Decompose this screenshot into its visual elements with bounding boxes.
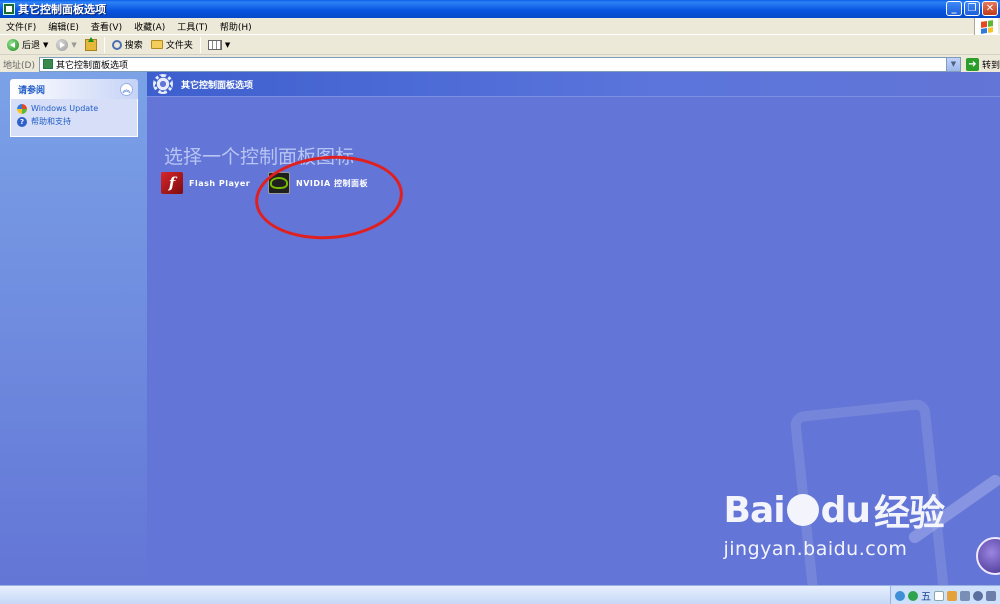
media-disc-icon [976, 537, 1000, 575]
main-pane: 其它控制面板选项 选择一个控制面板图标 f Flash Player NVIDI… [147, 72, 1000, 585]
chevron-down-icon: ▼ [224, 40, 231, 49]
system-tray: 五 [890, 586, 1000, 604]
menu-edit[interactable]: 编辑(E) [42, 20, 85, 33]
menu-view[interactable]: 查看(V) [85, 20, 128, 33]
baidu-watermark: Bai du 经验 jingyan.baidu.com [723, 484, 946, 561]
back-label: 后退 [22, 41, 41, 51]
views-icon [207, 39, 222, 50]
sogou-ime-icon[interactable] [908, 590, 918, 601]
windows-update-icon [17, 103, 27, 114]
menu-help[interactable]: 帮助(H) [214, 20, 258, 33]
link-label: Windows Update [31, 104, 99, 113]
main-header: 其它控制面板选项 [147, 72, 1000, 97]
control-panel-icon [3, 3, 15, 15]
taskbar: 五 [0, 585, 1000, 604]
search-icon [111, 39, 122, 50]
address-bar: 地址(D) 其它控制面板选项 ▼ ➜ 转到 [0, 56, 1000, 72]
baidu-paw-icon [786, 494, 819, 526]
close-button[interactable]: ✕ [982, 1, 998, 16]
moon-icon[interactable] [934, 590, 944, 601]
flash-player-icon: f [161, 172, 183, 194]
back-button[interactable]: 后退 ▼ [3, 36, 52, 54]
go-button[interactable]: ➜ 转到 [965, 57, 1000, 71]
forward-arrow-icon [56, 38, 69, 51]
see-also-title: 请参阅 [18, 85, 46, 96]
folders-label: 文件夹 [165, 41, 193, 51]
cp-item-flash-player[interactable]: f Flash Player [161, 172, 250, 194]
control-panel-icon [42, 59, 53, 69]
maximize-button[interactable]: ❐ [964, 1, 980, 16]
chevron-down-icon: ▼ [71, 40, 77, 49]
cp-item-label: Flash Player [189, 178, 251, 188]
baidu-brand-left: Bai [723, 489, 786, 531]
folders-button[interactable]: 文件夹 [147, 36, 197, 54]
window-controls: _ ❐ ✕ [946, 1, 998, 16]
task-pane: 请参阅 ︽ Windows Update ? 帮助和支持 [0, 72, 147, 585]
folder-icon [150, 40, 163, 49]
address-input[interactable]: 其它控制面板选项 ▼ [38, 56, 961, 72]
baidu-url: jingyan.baidu.com [723, 538, 908, 560]
minimize-button[interactable]: _ [946, 1, 962, 16]
wrench-icon[interactable] [986, 590, 996, 601]
go-arrow-icon: ➜ [965, 57, 979, 71]
toolbar: 后退 ▼ ▼ 搜索 文件夹 ▼ [0, 35, 1000, 55]
link-windows-update[interactable]: Windows Update [17, 102, 131, 115]
back-arrow-icon [7, 38, 19, 51]
toolbar-separator [199, 36, 201, 53]
address-label: 地址(D) [3, 60, 35, 71]
keyboard-icon[interactable] [960, 590, 970, 601]
link-label: 帮助和支持 [31, 117, 71, 126]
menu-file[interactable]: 文件(F) [0, 20, 42, 33]
baidu-brand-mid: du [820, 489, 871, 531]
views-button[interactable]: ▼ [204, 36, 234, 54]
see-also-body: Windows Update ? 帮助和支持 [10, 99, 138, 137]
forward-button[interactable]: ▼ [52, 36, 80, 54]
baidu-brand-cn: 经验 [873, 493, 945, 534]
help-icon: ? [17, 116, 27, 127]
menu-favorites[interactable]: 收藏(A) [128, 20, 171, 33]
link-help-support[interactable]: ? 帮助和支持 [17, 115, 131, 128]
toolbar-separator [103, 36, 105, 53]
main-header-title: 其它控制面板选项 [181, 80, 254, 91]
window-title: 其它控制面板选项 [18, 3, 106, 16]
network-icon[interactable] [895, 590, 905, 601]
go-label: 转到 [981, 60, 1000, 71]
user-icon[interactable] [973, 590, 983, 601]
ime-mode-label[interactable]: 五 [921, 588, 931, 603]
see-also-panel: 请参阅 ︽ Windows Update ? 帮助和支持 [10, 79, 138, 137]
title-bar[interactable]: 其它控制面板选项 _ ❐ ✕ [0, 0, 1000, 18]
search-button[interactable]: 搜索 [108, 36, 147, 54]
see-also-header[interactable]: 请参阅 ︽ [10, 79, 138, 99]
menu-tools[interactable]: 工具(T) [171, 20, 214, 33]
windows-logo-icon [974, 18, 998, 35]
address-value: 其它控制面板选项 [55, 60, 128, 71]
up-button[interactable] [81, 36, 101, 54]
search-label: 搜索 [124, 41, 143, 51]
baidu-logo: Bai du 经验 [723, 484, 946, 536]
menu-bar: 文件(F) 编辑(E) 查看(V) 收藏(A) 工具(T) 帮助(H) [0, 18, 1000, 35]
chevron-down-icon: ▼ [43, 40, 49, 49]
punctuation-icon[interactable] [947, 590, 957, 601]
gear-icon [153, 74, 173, 94]
collapse-chevron-icon[interactable]: ︽ [120, 82, 133, 96]
address-dropdown-button[interactable]: ▼ [945, 57, 960, 71]
folder-up-icon [84, 36, 97, 51]
